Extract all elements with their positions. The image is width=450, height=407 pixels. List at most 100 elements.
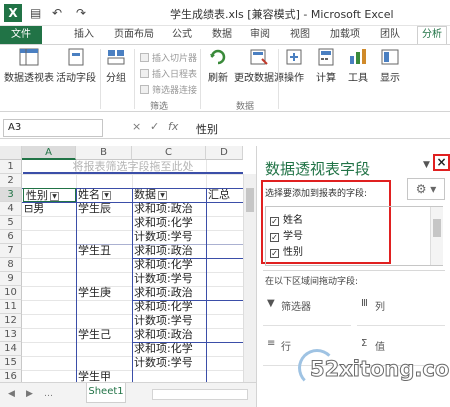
select-all-corner[interactable]: [0, 146, 22, 160]
actions-button[interactable]: 操作: [280, 47, 308, 84]
column-header-a[interactable]: A: [22, 146, 76, 160]
data-item-cell[interactable]: 求和项:化学: [134, 216, 206, 230]
data-item-cell[interactable]: 求和项:政治: [134, 328, 206, 342]
next-sheet-icon[interactable]: ▶: [26, 389, 33, 399]
column-header-c[interactable]: C: [132, 146, 206, 160]
collapse-icon[interactable]: ⊟: [24, 202, 33, 215]
row-header[interactable]: 3: [0, 188, 22, 202]
pane-close-button[interactable]: ×: [433, 154, 450, 171]
formula-content[interactable]: 性别: [196, 121, 218, 137]
sheet-tab-sheet1[interactable]: Sheet1: [86, 383, 126, 403]
field-item[interactable]: ✓ 学号: [270, 227, 303, 242]
column-header-b[interactable]: B: [76, 146, 132, 160]
filter-dropdown-icon[interactable]: ▼: [158, 191, 167, 200]
group-label-data: 数据: [236, 102, 255, 112]
active-field-button[interactable]: 活动字段: [54, 47, 98, 84]
tab-review[interactable]: 审阅: [250, 27, 270, 43]
data-item-cell[interactable]: 求和项:政治: [134, 202, 206, 216]
filters-area[interactable]: ▼ 筛选器: [263, 292, 351, 326]
field-item[interactable]: ✓ 姓名: [270, 211, 303, 226]
pane-options-dropdown-icon[interactable]: ▼: [423, 160, 430, 170]
ribbon: 数据透视表 活动字段 分组 插入切片器 插入日程表 筛选器连接 筛选 刷新 更改…: [0, 44, 450, 112]
field-item[interactable]: ✓ 性别: [270, 243, 303, 258]
confirm-entry-icon[interactable]: ✓: [150, 120, 159, 133]
undo-icon[interactable]: ↶: [52, 5, 62, 21]
student-name-cell[interactable]: 学生辰: [78, 202, 132, 216]
prev-sheet-icon[interactable]: ◀: [8, 389, 15, 399]
data-item-cell[interactable]: 求和项:政治: [134, 244, 206, 258]
scrollbar-thumb[interactable]: [246, 188, 254, 212]
student-name-cell[interactable]: 学生甲: [78, 370, 132, 382]
row-header[interactable]: 9: [0, 272, 22, 286]
student-name-cell[interactable]: 学生庚: [78, 286, 132, 300]
pivot-header-gender[interactable]: 性别 ▼: [23, 188, 76, 202]
student-name-cell[interactable]: 学生丑: [78, 244, 132, 258]
data-item-cell[interactable]: 计数项:学号: [134, 356, 206, 370]
field-list-scrollbar[interactable]: [430, 207, 443, 265]
cancel-entry-icon[interactable]: ×: [132, 120, 141, 133]
row-header[interactable]: 14: [0, 342, 22, 356]
watermark: 52xitong.com: [309, 357, 450, 382]
data-item-cell[interactable]: 计数项:学号: [134, 314, 206, 328]
tab-insert[interactable]: 插入: [74, 27, 94, 43]
save-icon[interactable]: ▤: [30, 5, 41, 21]
pivot-header-name[interactable]: 姓名 ▼: [78, 188, 132, 202]
group-button[interactable]: 分组: [102, 47, 130, 84]
insert-function-icon[interactable]: fx: [168, 120, 178, 133]
scrollbar-thumb[interactable]: [433, 219, 441, 237]
insert-timeline-button[interactable]: 插入日程表: [140, 67, 197, 80]
row-header[interactable]: 16: [0, 370, 22, 382]
row-header[interactable]: 12: [0, 314, 22, 328]
field-checkbox[interactable]: ✓: [270, 233, 279, 242]
data-item-cell[interactable]: 求和项:化学: [134, 300, 206, 314]
field-checkbox[interactable]: ✓: [270, 217, 279, 226]
row-header[interactable]: 2: [0, 174, 22, 188]
more-sheets-icon[interactable]: …: [44, 389, 53, 399]
change-data-source-button[interactable]: 更改数据源: [234, 47, 284, 84]
tab-page-layout[interactable]: 页面布局: [114, 27, 154, 43]
tab-formulas[interactable]: 公式: [172, 27, 192, 43]
row-header[interactable]: 15: [0, 356, 22, 370]
row-header[interactable]: 8: [0, 258, 22, 272]
tab-addins[interactable]: 加载项: [330, 27, 360, 43]
student-name-cell[interactable]: 学生己: [78, 328, 132, 342]
gender-group-cell[interactable]: ⊟男: [24, 202, 74, 216]
tools-button[interactable]: 工具: [344, 47, 372, 84]
insert-slicer-button[interactable]: 插入切片器: [140, 51, 197, 64]
calculations-button[interactable]: 计算: [312, 47, 340, 84]
show-button[interactable]: 显示: [376, 47, 404, 84]
report-filter-drop-zone[interactable]: 将报表筛选字段拖至此处: [23, 160, 243, 174]
tab-view[interactable]: 视图: [290, 27, 310, 43]
row-header[interactable]: 1: [0, 160, 22, 174]
columns-area[interactable]: Ⅲ 列: [357, 292, 445, 326]
data-item-cell[interactable]: 计数项:学号: [134, 272, 206, 286]
column-header-d[interactable]: D: [206, 146, 243, 160]
vertical-scrollbar[interactable]: [243, 174, 256, 382]
data-item-cell[interactable]: 计数项:学号: [134, 230, 206, 244]
tab-team[interactable]: 团队: [380, 27, 400, 43]
redo-icon[interactable]: ↷: [76, 5, 86, 21]
refresh-button[interactable]: 刷新: [204, 47, 232, 84]
data-item-cell[interactable]: 求和项:化学: [134, 258, 206, 272]
row-header[interactable]: 6: [0, 230, 22, 244]
row-header[interactable]: 13: [0, 328, 22, 342]
row-header[interactable]: 4: [0, 202, 22, 216]
tab-analyze[interactable]: 分析: [417, 26, 447, 45]
row-header[interactable]: 5: [0, 216, 22, 230]
filter-dropdown-icon[interactable]: ▼: [50, 192, 59, 201]
pivot-header-data[interactable]: 数据 ▼: [134, 188, 206, 202]
pivottable-button[interactable]: 数据透视表: [2, 47, 56, 84]
data-item-cell[interactable]: 求和项:政治: [134, 286, 206, 300]
tools-gear-button[interactable]: ⚙ ▾: [407, 178, 445, 200]
name-box[interactable]: A3: [3, 119, 103, 137]
row-header[interactable]: 7: [0, 244, 22, 258]
filter-dropdown-icon[interactable]: ▼: [102, 191, 111, 200]
row-header[interactable]: 11: [0, 300, 22, 314]
row-header[interactable]: 10: [0, 286, 22, 300]
filter-connections-button[interactable]: 筛选器连接: [140, 83, 197, 96]
data-item-cell[interactable]: 求和项:化学: [134, 342, 206, 356]
tab-data[interactable]: 数据: [212, 27, 232, 43]
horizontal-scrollbar[interactable]: [152, 389, 248, 400]
tab-file[interactable]: 文件: [0, 26, 42, 44]
field-checkbox[interactable]: ✓: [270, 249, 279, 258]
